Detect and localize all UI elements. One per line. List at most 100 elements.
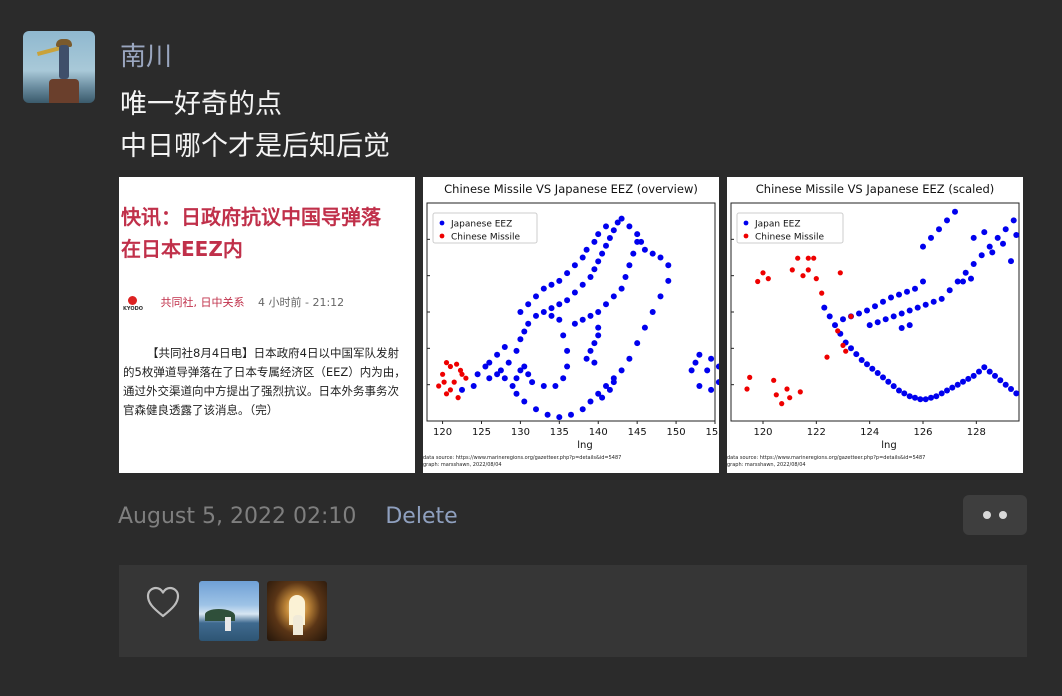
x-tick-label: 140 bbox=[589, 427, 608, 438]
eez-point bbox=[954, 278, 961, 285]
eez-point bbox=[564, 297, 571, 304]
missile-point bbox=[824, 354, 830, 360]
eez-point bbox=[1002, 226, 1009, 233]
eez-point bbox=[688, 367, 695, 374]
eez-point bbox=[641, 324, 648, 331]
eez-point bbox=[657, 254, 664, 261]
eez-point bbox=[606, 386, 613, 393]
eez-point bbox=[521, 328, 528, 335]
news-source: 共同社, 日中关系 bbox=[160, 296, 245, 309]
eez-point bbox=[618, 285, 625, 292]
eez-point bbox=[856, 310, 862, 317]
eez-point bbox=[954, 381, 961, 388]
eez-point bbox=[696, 383, 703, 389]
eez-point bbox=[920, 243, 926, 250]
eez-point bbox=[583, 355, 590, 362]
eez-point bbox=[482, 363, 489, 370]
missile-point bbox=[835, 328, 841, 334]
eez-point bbox=[1013, 390, 1020, 397]
footnote-author: graph: marsshawn, 2022/08/04 bbox=[727, 462, 806, 468]
eez-point bbox=[603, 223, 609, 230]
legend-label: Japanese EEZ bbox=[450, 220, 512, 230]
missile-point bbox=[789, 267, 795, 273]
eez-point bbox=[970, 234, 977, 241]
post-meta: August 5, 2022 02:10 Delete bbox=[118, 504, 458, 529]
eez-point bbox=[548, 305, 555, 312]
eez-point bbox=[715, 363, 719, 370]
missile-point bbox=[800, 273, 806, 279]
x-tick-label: 120 bbox=[433, 427, 452, 438]
missile-point bbox=[805, 267, 811, 273]
missile-point bbox=[440, 371, 446, 377]
eez-point bbox=[571, 289, 578, 296]
eez-point bbox=[634, 340, 641, 347]
more-dots-icon bbox=[999, 511, 1007, 519]
missile-point bbox=[436, 383, 442, 389]
eez-point bbox=[556, 414, 563, 421]
eez-point bbox=[610, 293, 617, 300]
eez-point bbox=[708, 386, 715, 393]
eez-point bbox=[946, 287, 953, 294]
eez-point bbox=[525, 371, 532, 378]
post-image-chart-scaled[interactable]: Chinese Missile VS Japanese EEZ (scaled)… bbox=[727, 177, 1023, 473]
footnote-source: data source: https://www.marineregions.o… bbox=[727, 455, 925, 461]
missile-point bbox=[441, 379, 447, 385]
eez-point bbox=[898, 325, 905, 331]
post-image-chart-overview[interactable]: Chinese Missile VS Japanese EEZ (overvie… bbox=[423, 177, 719, 473]
news-title-line-1: 快讯：日政府抗议中国导弹落 bbox=[121, 205, 381, 229]
legend-marker bbox=[743, 233, 749, 239]
missile-point bbox=[455, 395, 461, 401]
post-image-news[interactable]: 快讯：日政府抗议中国导弹落 在日本EEZ内 KYODO 共同社, 日中关系 4 … bbox=[119, 177, 415, 473]
eez-point bbox=[888, 294, 894, 301]
eez-point bbox=[564, 363, 571, 370]
eez-point bbox=[470, 383, 477, 389]
missile-point bbox=[454, 361, 460, 367]
missile-point bbox=[811, 255, 817, 261]
eez-point bbox=[906, 322, 913, 329]
eez-point bbox=[986, 243, 993, 250]
kyodo-logo-icon: KYODO bbox=[123, 296, 143, 312]
delete-link[interactable]: Delete bbox=[385, 504, 457, 529]
missile-point bbox=[773, 392, 779, 398]
legend-label: Chinese Missile bbox=[451, 233, 520, 243]
x-tick-label: 128 bbox=[967, 427, 986, 438]
legend-marker bbox=[743, 220, 749, 226]
eez-point bbox=[571, 262, 578, 269]
eez-point bbox=[665, 277, 672, 284]
missile-point bbox=[840, 342, 846, 348]
chart-scaled: Chinese Missile VS Japanese EEZ (scaled)… bbox=[727, 182, 1020, 468]
eez-point bbox=[533, 293, 539, 300]
eez-point bbox=[641, 246, 648, 253]
eez-point bbox=[874, 319, 881, 326]
post-text-line-2: 中日哪个才是后知后觉 bbox=[120, 131, 390, 162]
x-tick-label: 125 bbox=[472, 427, 491, 438]
more-options-button[interactable] bbox=[963, 495, 1027, 535]
missile-point bbox=[813, 276, 819, 282]
user-avatar[interactable] bbox=[23, 31, 95, 103]
eez-point bbox=[869, 365, 876, 372]
liker-avatar-chapel[interactable] bbox=[267, 581, 327, 641]
eez-point bbox=[922, 396, 929, 403]
username[interactable]: 南川 bbox=[120, 36, 172, 73]
eez-point bbox=[486, 375, 493, 382]
missile-point bbox=[457, 367, 464, 373]
eez-point bbox=[696, 351, 703, 358]
eez-point bbox=[571, 320, 578, 327]
eez-point bbox=[603, 242, 609, 249]
eez-point bbox=[1008, 258, 1014, 265]
missile-point bbox=[771, 377, 777, 383]
eez-point bbox=[649, 250, 656, 257]
eez-point bbox=[896, 291, 902, 298]
eez-point bbox=[610, 379, 617, 386]
eez-point bbox=[513, 347, 520, 354]
eez-point bbox=[1000, 240, 1006, 247]
eez-point bbox=[914, 304, 921, 311]
eez-point bbox=[912, 285, 918, 292]
eez-point bbox=[587, 347, 594, 354]
liker-avatar-sea[interactable] bbox=[199, 581, 259, 641]
eez-point bbox=[560, 375, 567, 382]
eez-point bbox=[933, 393, 940, 400]
avatar-trumpet bbox=[36, 45, 62, 57]
heart-outline-icon[interactable] bbox=[145, 585, 181, 619]
missile-point bbox=[797, 389, 803, 395]
